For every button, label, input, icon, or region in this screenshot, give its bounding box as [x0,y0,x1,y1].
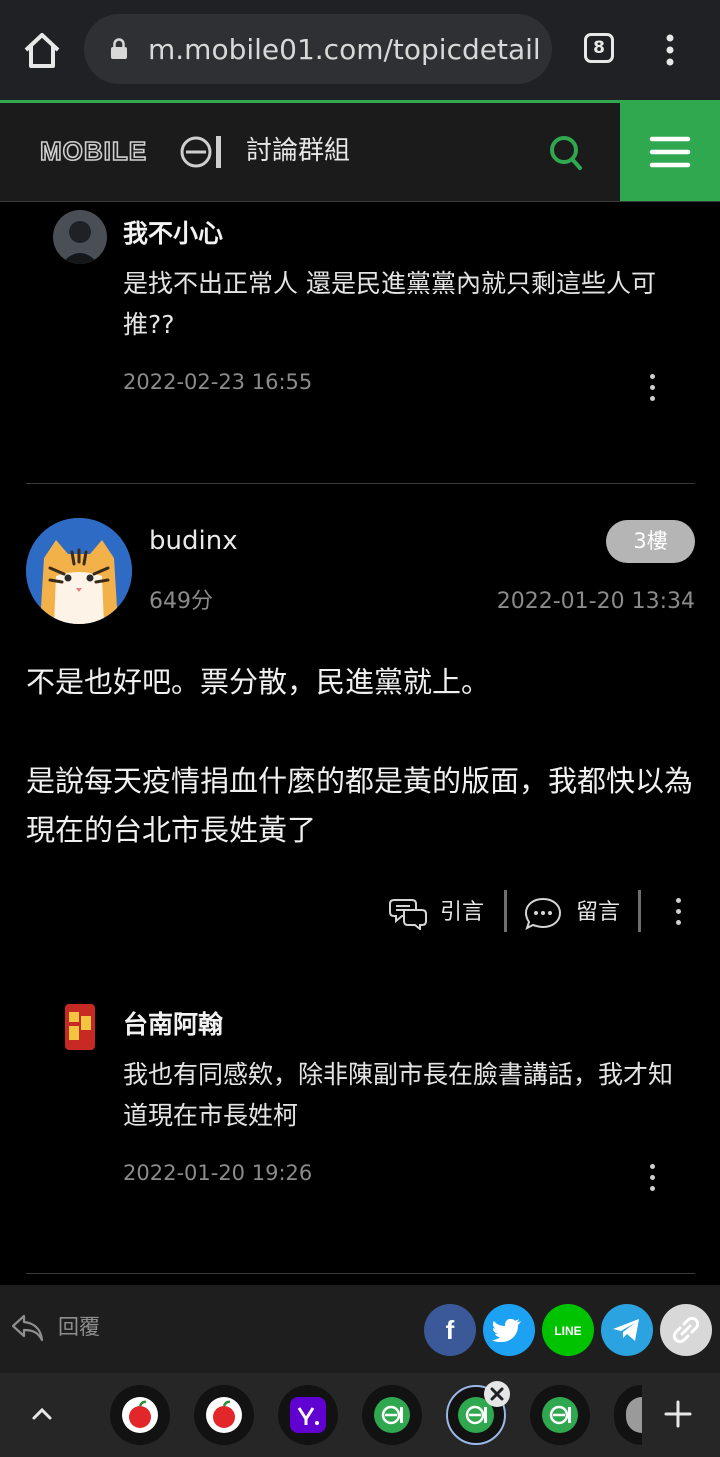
post-time: 2022-01-20 13:34 [496,589,695,614]
divider [26,1273,695,1274]
home-icon[interactable] [18,28,66,72]
reply-button[interactable]: 回覆 [58,1310,100,1344]
search-icon[interactable] [540,130,588,174]
comment-text: 我也有同感欸，除非陳副市長在臉書講話，我才知道現在市長姓柯 [123,1060,674,1130]
svg-text:LINE: LINE [554,1324,581,1338]
floor-badge: 3樓 [606,520,695,563]
browser-tab[interactable] [362,1385,422,1445]
comment-more-icon[interactable] [642,374,662,408]
reply-arrow-icon[interactable] [10,1310,44,1344]
mobile01-icon [542,1397,578,1433]
comment-author[interactable]: 我不小心 [123,217,223,251]
hamburger-icon [649,136,691,168]
comment-bubble-icon[interactable] [524,896,562,930]
section-title[interactable]: 討論群組 [246,132,350,170]
comment-text: 是找不出正常人 還是民進黨黨內就只剩這些人可推?? [123,269,656,339]
copy-link-button[interactable] [660,1304,712,1356]
quote-button[interactable]: 引言 [440,896,484,930]
comment-author[interactable]: 台南阿翰 [123,1008,223,1042]
post-paragraph: 不是也好吧。票分散，民進黨就上。 [26,665,491,699]
action-separator [504,890,507,932]
twitter-icon [492,1319,521,1342]
comment-time: 2022-01-20 19:26 [123,1161,313,1185]
link-icon [672,1316,700,1344]
apple-daily-icon [206,1397,242,1433]
mobile01-logo[interactable]: MOBILE [39,132,226,172]
svg-text:f: f [446,1315,455,1345]
facebook-icon: f [446,1315,455,1345]
post-more-icon[interactable] [668,898,688,932]
avatar[interactable] [53,1000,107,1054]
post-paragraph: 是說每天疫情捐血什麼的都是黃的版面，我都快以為現在的台北市長姓黃了 [26,764,694,847]
chevron-up-icon[interactable] [28,1400,56,1428]
facebook-share-button[interactable]: f [424,1304,476,1356]
divider [26,483,695,484]
telegram-icon [613,1319,639,1341]
action-separator [638,890,641,932]
more-vert-icon[interactable] [652,30,688,70]
svg-text:MOBILE: MOBILE [40,136,147,166]
telegram-share-button[interactable] [601,1304,653,1356]
hamburger-menu-button[interactable] [620,103,720,201]
close-tab-icon[interactable] [484,1381,510,1407]
line-share-button[interactable]: LINE [542,1304,594,1356]
new-tab-icon[interactable] [660,1396,696,1432]
browser-tab[interactable] [530,1385,590,1445]
comment-button[interactable]: 留言 [576,896,620,930]
post-author-score: 649分 [149,589,213,614]
line-icon: LINE [554,1324,581,1338]
browser-tab[interactable] [110,1385,170,1445]
tab-favicon-partial [626,1397,642,1433]
browser-tab[interactable] [194,1385,254,1445]
comment-more-icon[interactable] [642,1164,662,1198]
avatar[interactable] [53,210,107,264]
comment-time: 2022-02-23 16:55 [123,370,313,394]
lock-icon [110,38,128,60]
url-text[interactable]: m.mobile01.com/topicdetail. [148,30,543,70]
yahoo-icon [290,1397,326,1433]
twitter-share-button[interactable] [483,1304,535,1356]
browser-tab[interactable] [278,1385,338,1445]
tab-switcher-button[interactable]: 8 [584,33,614,63]
apple-daily-icon [122,1397,158,1433]
mobile01-icon [374,1397,410,1433]
post-avatar[interactable] [26,518,132,624]
quote-icon[interactable] [388,896,428,932]
tab-strip [0,1373,720,1457]
post-author[interactable]: budinx [149,522,238,560]
